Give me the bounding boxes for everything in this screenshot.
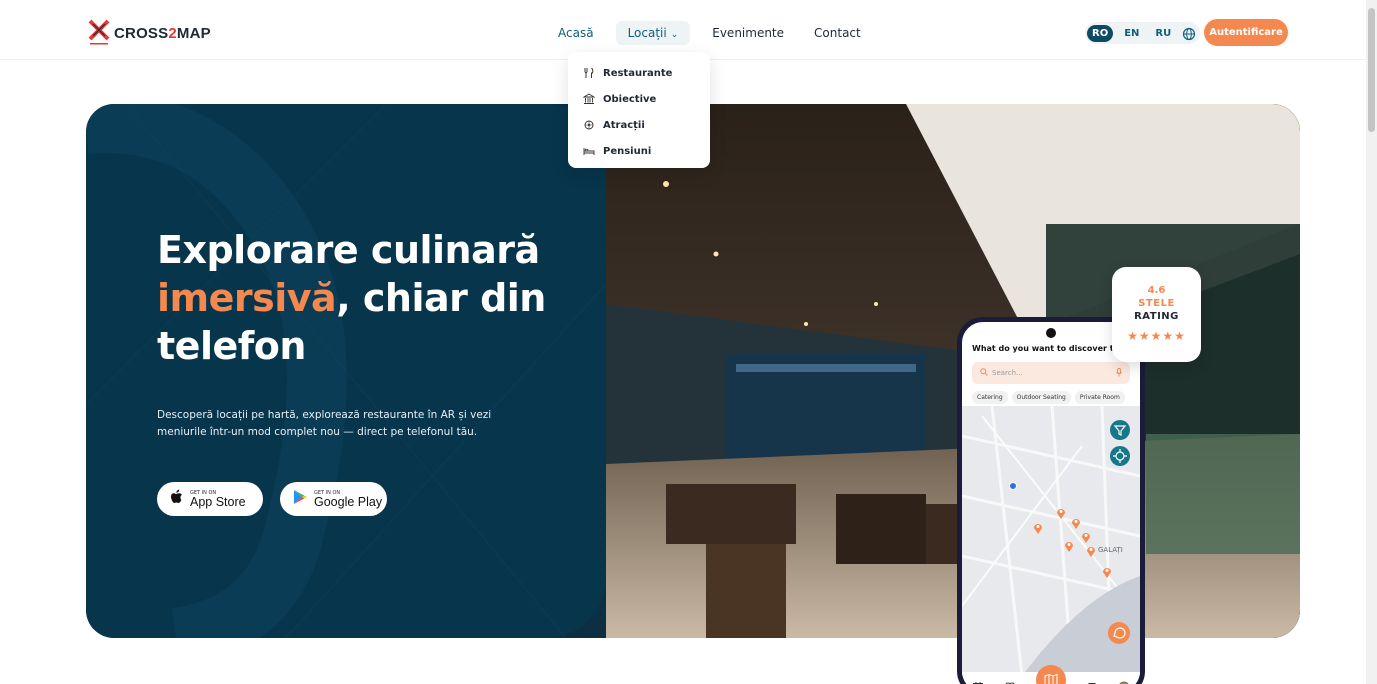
phone-camera — [1046, 328, 1056, 338]
google-play-button[interactable]: GET IN ON Google Play — [280, 482, 387, 516]
dropdown-item-restaurants[interactable]: Restaurante — [568, 60, 710, 86]
apple-icon — [170, 489, 184, 509]
avatar[interactable] — [1118, 678, 1130, 684]
hero-text-panel — [86, 104, 606, 638]
dropdown-item-landmarks[interactable]: Obiective — [568, 86, 710, 112]
phone-filter-chips: Catering Outdoor Seating Private Room — [972, 391, 1125, 404]
page: CROSS2MAP Acasă Locații ⌄ Evenimente Cont… — [0, 0, 1377, 684]
chip-outdoor-seating[interactable]: Outdoor Seating — [1011, 391, 1071, 404]
map-pin-icon[interactable] — [1033, 519, 1043, 534]
nav-item-contact[interactable]: Contact — [806, 21, 869, 45]
bed-icon — [583, 145, 595, 157]
rating-card: 4.6 STELE RATING ★★★★★ — [1112, 267, 1201, 362]
chip-catering[interactable]: Catering — [972, 391, 1008, 404]
filter-icon[interactable] — [1110, 420, 1130, 440]
map-pin-icon[interactable] — [1081, 528, 1091, 543]
app-store-button[interactable]: GET IN ON App Store — [157, 482, 263, 516]
chevron-down-icon: ⌄ — [670, 30, 679, 40]
restaurant-photo — [606, 104, 1300, 638]
dropdown-item-guesthouses[interactable]: Pensiuni — [568, 138, 710, 164]
site-header: CROSS2MAP Acasă Locații ⌄ Evenimente Cont… — [0, 0, 1366, 60]
map-pin-icon[interactable] — [1102, 563, 1112, 578]
logo-text: CROSS2MAP — [114, 24, 211, 42]
heart-icon[interactable] — [1004, 678, 1016, 684]
landmark-icon — [583, 93, 595, 105]
rating-label: RATING — [1134, 311, 1179, 322]
globe-icon[interactable] — [1182, 26, 1196, 41]
chat-icon[interactable] — [1108, 622, 1130, 644]
dropdown-label: Restaurante — [603, 67, 673, 79]
lang-ru-button[interactable]: RU — [1150, 25, 1176, 42]
google-play-icon — [293, 489, 308, 509]
main-nav: Acasă Locații ⌄ Evenimente Contact — [550, 20, 869, 46]
map-city-label: GALAȚI — [1098, 546, 1123, 554]
map-pin-icon[interactable] — [1086, 542, 1096, 557]
calendar-icon[interactable] — [972, 678, 984, 684]
map-pin-icon[interactable] — [1071, 514, 1081, 529]
lang-en-button[interactable]: EN — [1119, 25, 1144, 42]
phone-map[interactable]: GALAȚI — [962, 406, 1140, 676]
dropdown-label: Atracții — [603, 119, 645, 131]
locate-icon[interactable] — [1110, 446, 1130, 466]
hero-description: Descoperă locații pe hartă, explorează r… — [157, 409, 492, 438]
phone-search-input[interactable]: Search... — [972, 362, 1130, 384]
map-pattern-background — [86, 104, 606, 638]
rating-value: 4.6 — [1147, 285, 1166, 296]
login-button[interactable]: Autentificare — [1204, 19, 1288, 46]
lang-ro-button[interactable]: RO — [1087, 24, 1114, 42]
google-play-label: Google Play — [314, 494, 383, 509]
phone-bottom-nav — [962, 665, 1140, 684]
phone-mockup: What do you want to discover today? Sear… — [957, 317, 1145, 684]
nav-item-locations[interactable]: Locații ⌄ — [615, 21, 691, 45]
logo[interactable]: CROSS2MAP — [87, 18, 211, 48]
fork-knife-icon — [583, 67, 595, 79]
locations-dropdown-menu: Restaurante Obiective Atracții Pensiuni — [568, 52, 710, 168]
search-icon — [980, 368, 988, 378]
chip-private-room[interactable]: Private Room — [1074, 391, 1125, 404]
phone-search-placeholder: Search... — [992, 369, 1023, 377]
nav-item-events[interactable]: Evenimente — [704, 21, 792, 45]
microphone-icon[interactable] — [1116, 367, 1122, 379]
logo-icon — [87, 18, 111, 48]
nav-item-home[interactable]: Acasă — [550, 21, 602, 45]
dropdown-item-attractions[interactable]: Atracții — [568, 112, 710, 138]
ferris-wheel-icon — [583, 119, 595, 131]
app-store-label: App Store — [190, 494, 246, 509]
rating-stars: ★★★★★ — [1127, 329, 1186, 343]
hero-title: Explorare culinară imersivă, chiar din t… — [157, 228, 546, 368]
map-pin-icon[interactable] — [1056, 504, 1066, 519]
scrollbar-thumb[interactable] — [1368, 8, 1375, 132]
map-pin-icon[interactable] — [1064, 537, 1074, 552]
dropdown-label: Obiective — [603, 93, 657, 105]
language-switcher: RO EN RU — [1085, 22, 1201, 44]
inbox-icon[interactable] — [1086, 678, 1098, 684]
user-location-dot — [1009, 482, 1017, 490]
rating-unit: STELE — [1138, 298, 1175, 309]
dropdown-label: Pensiuni — [603, 145, 652, 157]
